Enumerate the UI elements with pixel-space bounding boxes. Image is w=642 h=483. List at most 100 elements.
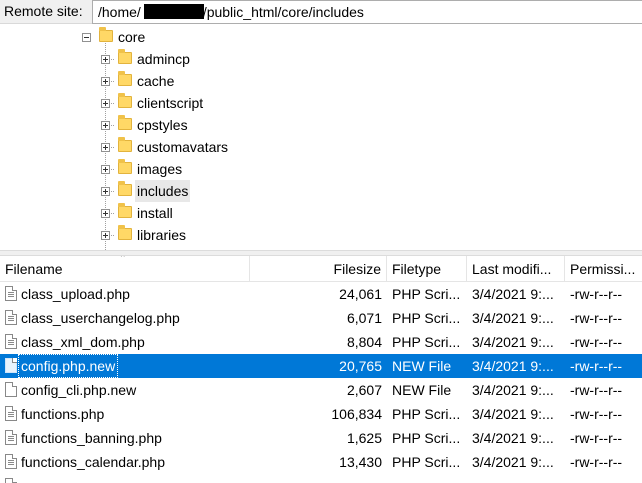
folder-icon bbox=[118, 137, 132, 152]
file-row[interactable]: class_userchangelog.php 6,071 PHP Scri... 3… bbox=[0, 306, 642, 330]
file-modified: 3/4/2021 9:... bbox=[472, 310, 554, 326]
file-row[interactable]: config_cli.php.new 2,607 NEW File 3/4/2021 … bbox=[0, 378, 642, 402]
file-modified: 3/4/2021 9:... bbox=[472, 454, 554, 470]
column-header-filetype[interactable]: Filetype bbox=[387, 256, 467, 282]
file-type bbox=[387, 474, 467, 483]
tree-item-cpstyles[interactable]: cpstyles bbox=[0, 114, 642, 136]
tree-item-admincp[interactable]: admincp bbox=[0, 48, 642, 70]
expand-icon[interactable] bbox=[101, 231, 110, 240]
file-name: class_userchangelog.php bbox=[21, 310, 180, 326]
expand-icon[interactable] bbox=[101, 209, 110, 218]
file-name: config.php.new bbox=[17, 354, 119, 378]
remote-path-suffix: /public_html/core/includes bbox=[202, 4, 364, 20]
tree-item-label: libraries bbox=[137, 227, 187, 243]
file-name: functions_calendar.php bbox=[21, 454, 165, 470]
php-file-icon bbox=[5, 478, 17, 483]
blank-file-icon bbox=[5, 358, 17, 373]
file-name-cell: config_cli.php.new bbox=[0, 378, 250, 402]
expand-icon[interactable] bbox=[101, 121, 110, 130]
file-modified: 3/4/2021 9:... bbox=[472, 334, 554, 350]
file-row[interactable]: class_upload.php 24,061 PHP Scri... 3/4/202… bbox=[0, 282, 642, 306]
file-modified bbox=[467, 474, 565, 483]
column-header-permissions[interactable]: Permissi... bbox=[565, 256, 642, 282]
file-permissions: -rw-r--r-- bbox=[570, 310, 623, 326]
file-type: PHP Scri... bbox=[392, 286, 461, 302]
folder-icon bbox=[99, 27, 113, 42]
expand-icon[interactable] bbox=[101, 55, 110, 64]
file-name-cell: config.php.new bbox=[0, 354, 250, 378]
file-permissions: -rw-r--r-- bbox=[570, 286, 623, 302]
file-size: 24,061 bbox=[339, 286, 382, 302]
folder-icon bbox=[118, 225, 132, 240]
file-modified: 3/4/2021 9:... bbox=[472, 286, 554, 302]
file-size: 8,804 bbox=[346, 334, 382, 350]
file-permissions: -rw-r--r-- bbox=[570, 382, 623, 398]
tree-item-libraries[interactable]: libraries bbox=[0, 224, 642, 246]
collapse-icon[interactable] bbox=[82, 33, 91, 42]
file-modified: 3/4/2021 9:... bbox=[472, 406, 554, 422]
column-header-filename[interactable]: Filename bbox=[0, 256, 250, 282]
tree-item-core[interactable]: core bbox=[0, 26, 642, 48]
expand-icon[interactable] bbox=[101, 99, 110, 108]
expand-icon[interactable] bbox=[101, 187, 110, 196]
expand-icon[interactable] bbox=[101, 77, 110, 86]
remote-directory-tree[interactable]: core admincp cache clientscript cpstyles cus… bbox=[0, 24, 642, 250]
remote-site-label: Remote site: bbox=[4, 3, 83, 19]
file-name-cell bbox=[0, 474, 250, 483]
php-file-icon bbox=[5, 310, 17, 325]
file-type: PHP Scri... bbox=[392, 430, 461, 446]
tree-item-label: core bbox=[118, 29, 146, 45]
file-type: NEW File bbox=[392, 382, 452, 398]
php-file-icon bbox=[5, 334, 17, 349]
file-type: PHP Scri... bbox=[392, 406, 461, 422]
remote-file-list[interactable]: ⌃ Filename Filesize Filetype Last modifi… bbox=[0, 256, 642, 483]
tree-item-label: install bbox=[137, 205, 173, 221]
php-file-icon bbox=[5, 454, 17, 469]
file-name-cell: functions_calendar.php bbox=[0, 450, 250, 474]
remote-site-path-input[interactable]: /home/ /public_html/core/includes bbox=[92, 0, 642, 24]
file-modified: 3/4/2021 9:... bbox=[472, 358, 554, 374]
file-name: functions_banning.php bbox=[21, 430, 162, 446]
tree-item-clientscript[interactable]: clientscript bbox=[0, 92, 642, 114]
tree-item-customavatars[interactable]: customavatars bbox=[0, 136, 642, 158]
tree-item-label: cpstyles bbox=[137, 117, 188, 133]
file-type: NEW File bbox=[392, 358, 452, 374]
file-row[interactable]: functions.php 106,834 PHP Scri... 3/4/2021 … bbox=[0, 402, 642, 426]
php-file-icon bbox=[5, 406, 17, 421]
folder-icon bbox=[118, 203, 132, 218]
folder-icon bbox=[118, 159, 132, 174]
file-type: PHP Scri... bbox=[392, 454, 461, 470]
expand-icon[interactable] bbox=[101, 165, 110, 174]
file-name-cell: functions.php bbox=[0, 402, 250, 426]
tree-item-includes[interactable]: includes bbox=[0, 180, 642, 202]
redaction-box bbox=[143, 4, 204, 19]
tree-item-label: clientscript bbox=[137, 95, 204, 111]
file-name: functions.php bbox=[21, 406, 105, 422]
file-size: 2,607 bbox=[346, 382, 382, 398]
file-row[interactable]: class_xml_dom.php 8,804 PHP Scri... 3/4/202… bbox=[0, 330, 642, 354]
file-row[interactable] bbox=[0, 474, 642, 483]
file-name: config_cli.php.new bbox=[21, 382, 137, 398]
tree-item-images[interactable]: images bbox=[0, 158, 642, 180]
column-header-filesize[interactable]: Filesize bbox=[250, 256, 387, 282]
file-modified: 3/4/2021 9:... bbox=[472, 430, 554, 446]
file-name-cell: class_upload.php bbox=[0, 282, 250, 306]
tree-item-label: admincp bbox=[137, 51, 190, 67]
file-name: class_xml_dom.php bbox=[21, 334, 145, 350]
tree-item-label: customavatars bbox=[137, 139, 229, 155]
file-size: 20,765 bbox=[339, 358, 382, 374]
tree-item-label: images bbox=[137, 161, 183, 177]
file-permissions: -rw-r--r-- bbox=[570, 406, 623, 422]
expand-icon[interactable] bbox=[101, 143, 110, 152]
file-permissions: -rw-r--r-- bbox=[570, 334, 623, 350]
file-permissions: -rw-r--r-- bbox=[570, 430, 623, 446]
file-row[interactable]: functions_calendar.php 13,430 PHP Scri... 3… bbox=[0, 450, 642, 474]
tree-item-install[interactable]: install bbox=[0, 202, 642, 224]
file-row[interactable]: functions_banning.php 1,625 PHP Scri... 3/4… bbox=[0, 426, 642, 450]
file-size: 13,430 bbox=[339, 454, 382, 470]
tree-item-cache[interactable]: cache bbox=[0, 70, 642, 92]
folder-icon bbox=[118, 181, 132, 196]
column-header-last-modified[interactable]: Last modifi... bbox=[467, 256, 565, 282]
file-row[interactable]: config.php.new 20,765 NEW File 3/4/2021 9:.… bbox=[0, 354, 642, 378]
folder-icon bbox=[118, 115, 132, 130]
